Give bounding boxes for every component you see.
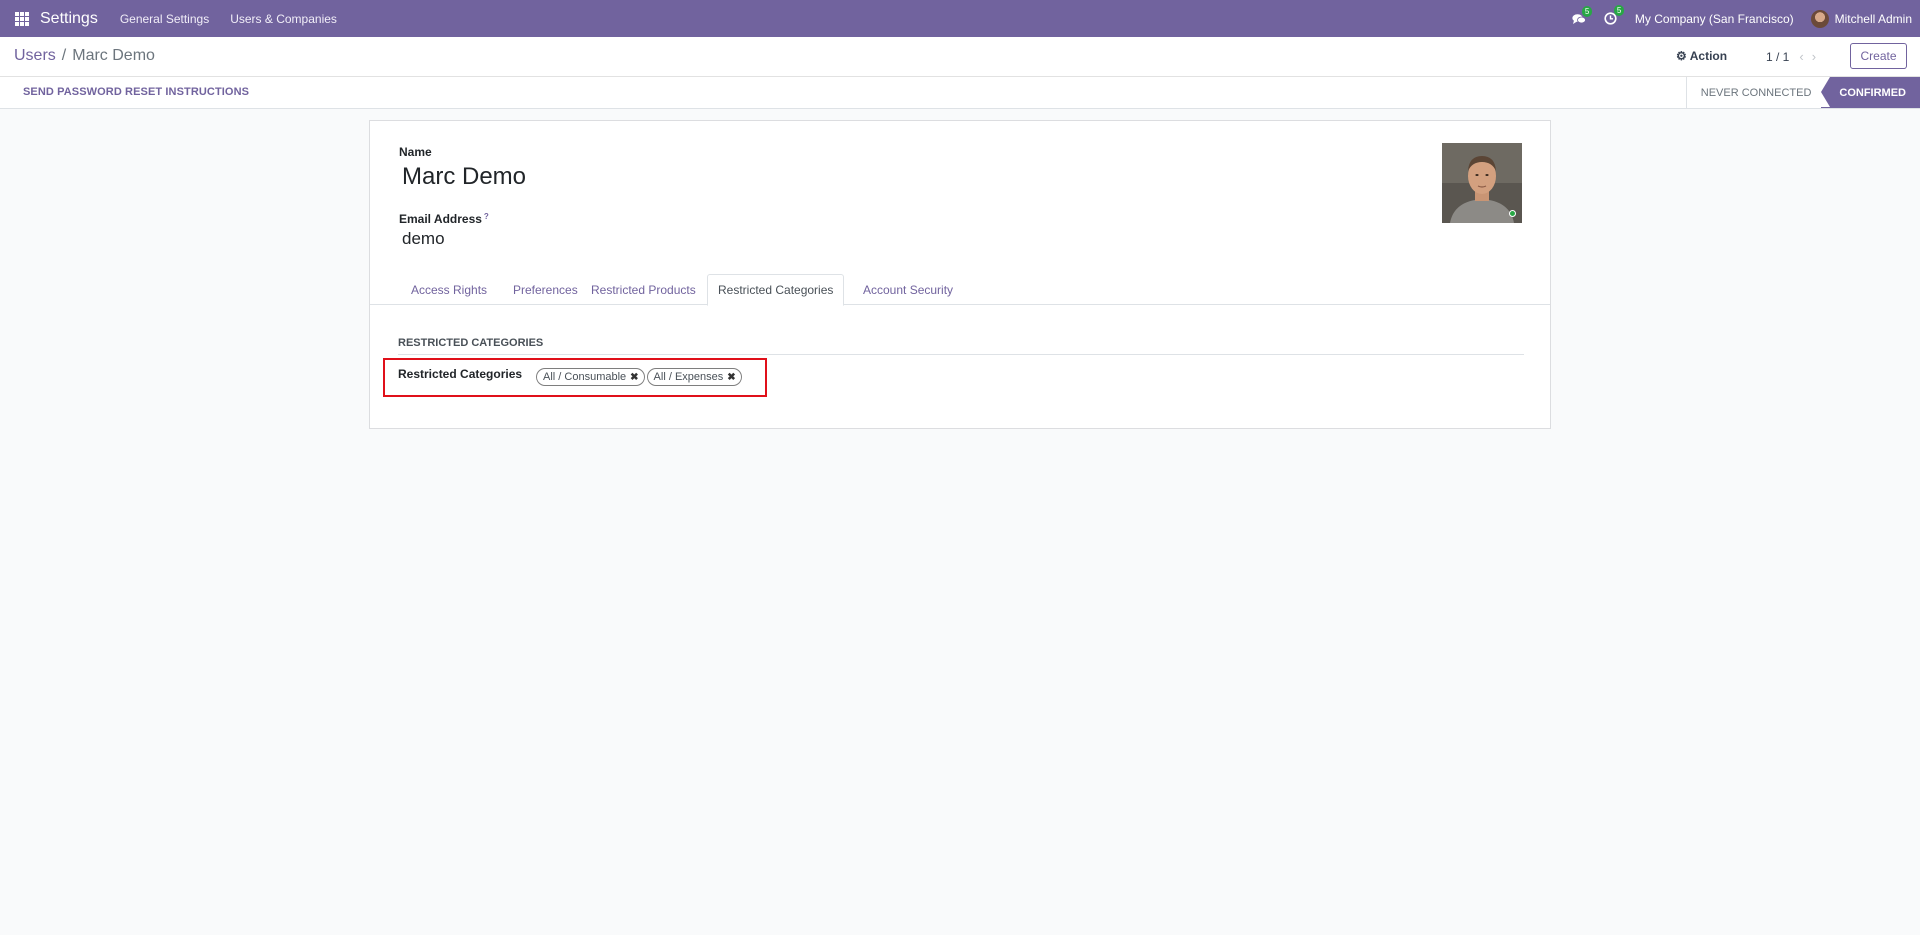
email-label: Email Address? <box>399 212 489 226</box>
form-sheet: Name Marc Demo Email Address? demo Acces… <box>369 120 1551 429</box>
systray: 5 5 My Company (San Francisco) Mitchell … <box>1572 0 1912 37</box>
pager-value[interactable]: 1 / 1 <box>1766 50 1789 64</box>
send-password-reset-button[interactable]: SEND PASSWORD RESET INSTRUCTIONS <box>23 86 249 98</box>
email-field[interactable]: demo <box>402 229 445 249</box>
form-statusbar: SEND PASSWORD RESET INSTRUCTIONS NEVER C… <box>0 77 1920 109</box>
top-navbar: Settings General Settings Users & Compan… <box>0 0 1920 37</box>
category-tag: All / Consumable ✖ <box>536 368 645 386</box>
email-label-text: Email Address <box>399 212 482 226</box>
menu-general-settings[interactable]: General Settings <box>120 12 209 26</box>
breadcrumb-users-link[interactable]: Users <box>14 47 56 64</box>
pager: 1 / 1 ‹ › <box>1766 49 1816 64</box>
create-button[interactable]: Create <box>1850 43 1907 69</box>
tab-restricted-products[interactable]: Restricted Products <box>581 274 706 305</box>
gear-icon: ⚙ <box>1676 49 1687 63</box>
menu-users-companies[interactable]: Users & Companies <box>230 12 337 26</box>
app-menu-grid-icon[interactable] <box>15 11 29 26</box>
stage-confirmed[interactable]: CONFIRMED <box>1821 77 1920 108</box>
user-menu[interactable]: Mitchell Admin <box>1810 9 1912 28</box>
action-label: Action <box>1689 49 1728 63</box>
name-label: Name <box>399 145 432 159</box>
control-panel: Users / Marc Demo ⚙ Action 1 / 1 ‹ › Creat… <box>0 37 1920 77</box>
notebook-tabs: Access Rights Preferences Restricted Pro… <box>370 274 1550 306</box>
tab-access-rights[interactable]: Access Rights <box>401 274 497 305</box>
breadcrumb: Users / Marc Demo <box>14 47 155 65</box>
category-tag: All / Expenses ✖ <box>646 368 742 386</box>
messages-count-badge: 5 <box>1581 5 1593 17</box>
chevron-right-icon[interactable]: › <box>1812 49 1816 64</box>
tab-restricted-categories[interactable]: Restricted Categories <box>707 274 845 306</box>
status-stages: NEVER CONNECTED CONFIRMED <box>1685 77 1920 108</box>
restricted-categories-field[interactable]: All / Consumable ✖ All / Expenses ✖ <box>536 368 744 386</box>
activities-count-badge: 5 <box>1613 5 1625 16</box>
activities-menu[interactable]: 5 <box>1604 5 1625 25</box>
stage-never-connected[interactable]: NEVER CONNECTED <box>1685 77 1822 108</box>
user-name: Mitchell Admin <box>1834 11 1912 26</box>
user-avatar <box>1810 9 1829 28</box>
company-switcher[interactable]: My Company (San Francisco) <box>1635 12 1794 26</box>
remove-tag-icon[interactable]: ✖ <box>630 372 638 383</box>
remove-tag-icon[interactable]: ✖ <box>727 372 735 383</box>
restricted-categories-label: Restricted Categories <box>398 367 523 381</box>
user-photo[interactable] <box>1442 143 1522 223</box>
name-field[interactable]: Marc Demo <box>402 163 526 191</box>
help-tooltip-icon[interactable]: ? <box>484 212 489 221</box>
breadcrumb-separator: / <box>61 47 67 64</box>
restricted-categories-group-title: RESTRICTED CATEGORIES <box>398 337 1524 355</box>
tab-preferences[interactable]: Preferences <box>503 274 588 305</box>
breadcrumb-current: Marc Demo <box>72 47 155 64</box>
category-tag-label: All / Consumable <box>543 371 627 383</box>
app-name[interactable]: Settings <box>40 10 98 28</box>
online-status-indicator <box>1509 210 1516 217</box>
category-tag-label: All / Expenses <box>653 371 724 383</box>
tab-account-security[interactable]: Account Security <box>853 274 963 305</box>
chevron-left-icon[interactable]: ‹ <box>1799 49 1803 64</box>
action-button[interactable]: ⚙ Action <box>1676 49 1727 63</box>
messages-menu[interactable]: 5 <box>1572 5 1593 25</box>
